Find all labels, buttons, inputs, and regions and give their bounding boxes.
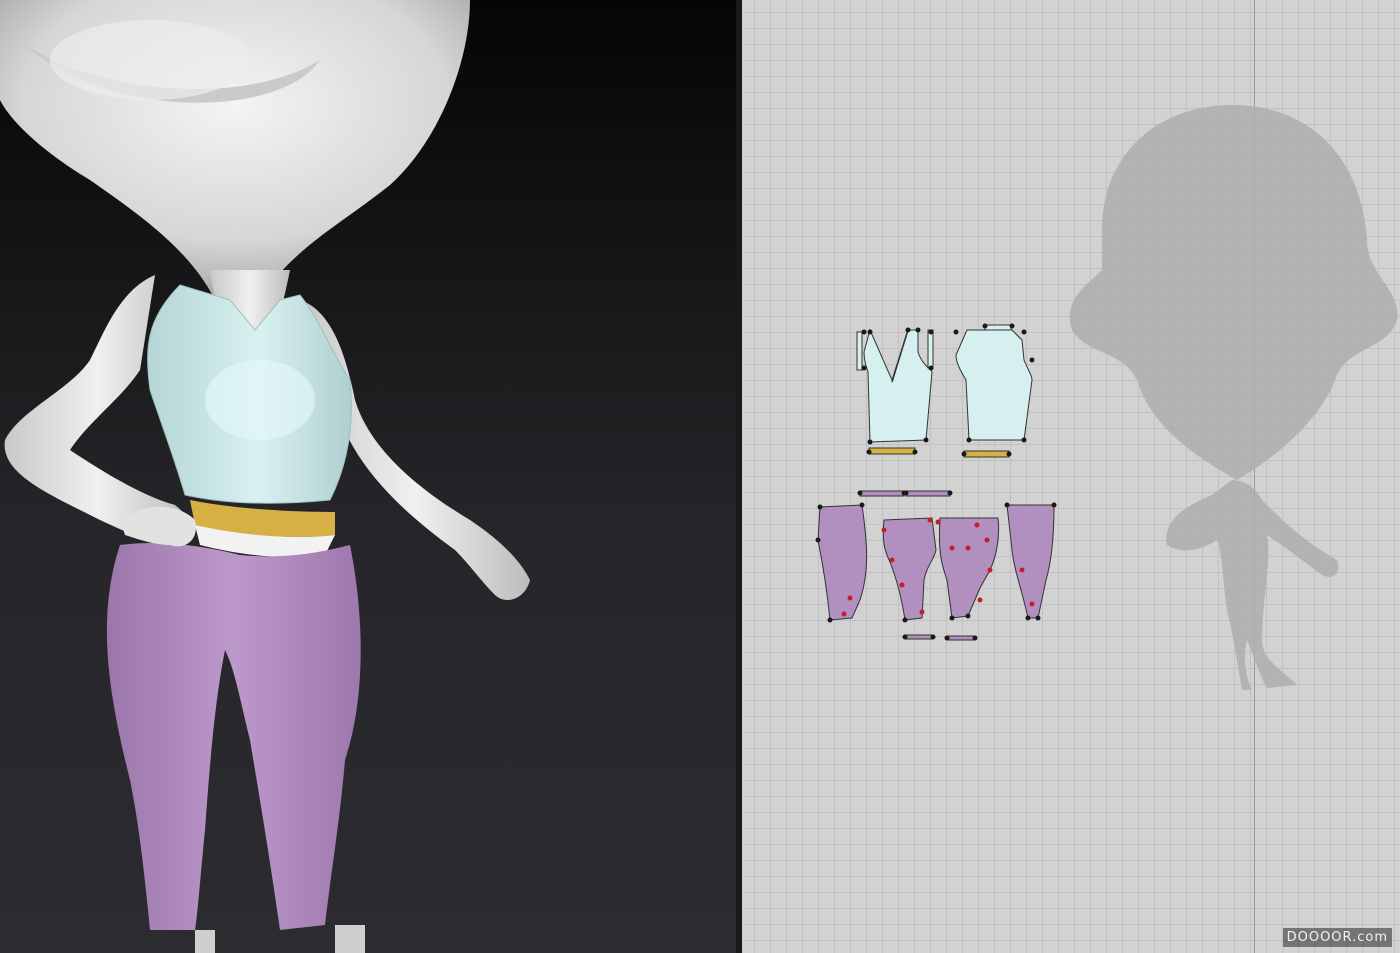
pattern-cuff-left[interactable] — [902, 634, 936, 640]
pattern-front-hem-band[interactable] — [868, 447, 916, 455]
selected-seam-points — [841, 517, 1035, 617]
pattern-back-right-leg[interactable] — [1006, 504, 1055, 619]
avatar-foot-right — [335, 925, 365, 953]
tank-top-highlight — [205, 360, 315, 440]
2d-pattern-window[interactable] — [742, 0, 1400, 953]
pattern-back-neck-binding[interactable] — [984, 324, 1012, 331]
pattern-back-left-leg[interactable] — [817, 504, 868, 621]
avatar-silhouette — [1069, 105, 1398, 690]
avatar-render[interactable] — [0, 0, 736, 953]
pattern-front-tank[interactable] — [863, 328, 933, 443]
pattern-cuff-right[interactable] — [944, 635, 978, 641]
pattern-front-left-leg[interactable] — [882, 517, 937, 621]
avatar-foot-left — [195, 930, 215, 953]
pattern-waistband-left[interactable] — [859, 490, 905, 497]
pattern-armhole-binding-right[interactable] — [927, 329, 934, 369]
pattern-back-hem-band[interactable] — [963, 450, 1010, 458]
watermark: DOOOOR.com — [1282, 928, 1392, 947]
pattern-armhole-binding-left[interactable] — [856, 331, 863, 371]
avatar-cheek — [50, 20, 250, 100]
pants-3d[interactable] — [106, 543, 361, 930]
pattern-back-tank[interactable] — [955, 329, 1033, 441]
3d-viewport[interactable] — [0, 0, 736, 953]
pattern-waistband-right[interactable] — [905, 490, 951, 497]
